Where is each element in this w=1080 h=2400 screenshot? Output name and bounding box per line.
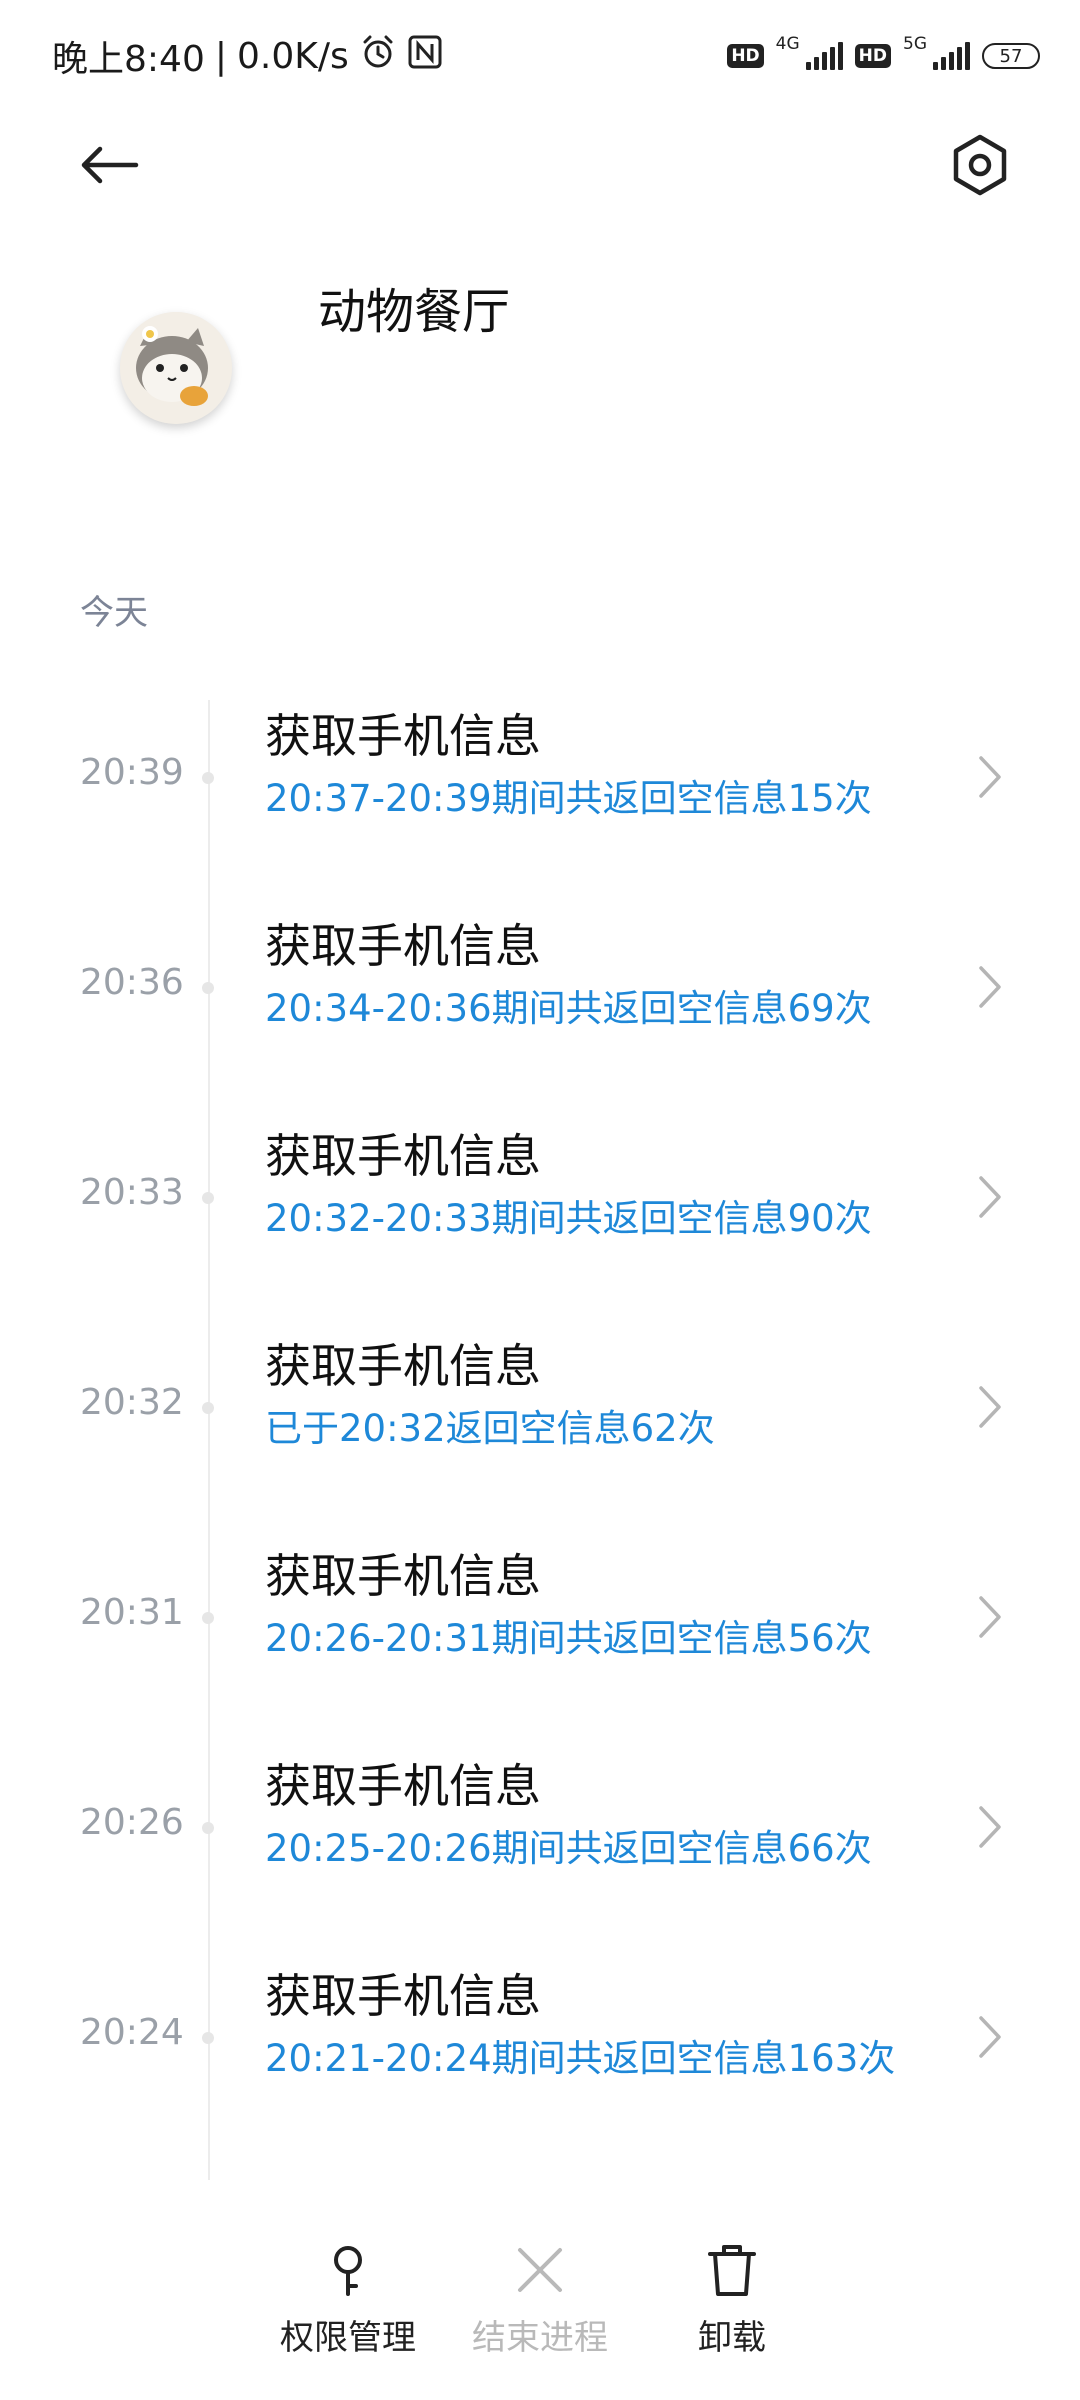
chevron-right-icon <box>979 1386 1001 1428</box>
timeline-dot <box>202 772 214 784</box>
timeline-dot <box>202 1402 214 1414</box>
permissions-button[interactable]: 权限管理 <box>258 2240 438 2380</box>
uninstall-button[interactable]: 卸载 <box>642 2240 822 2380</box>
chevron-right-icon <box>979 1176 1001 1218</box>
hd-badge: HD <box>727 44 764 68</box>
record-row[interactable]: 20:24 获取手机信息 20:21-20:24期间共返回空信息163次 <box>0 1950 1080 2160</box>
record-row[interactable]: 20:32 获取手机信息 已于20:32返回空信息62次 <box>0 1320 1080 1530</box>
record-time: 20:32 <box>80 1382 184 1423</box>
back-button[interactable] <box>70 130 150 210</box>
status-bar-right: HD 4G HD 5G 57 <box>727 30 1040 82</box>
record-title: 获取手机信息 <box>265 1969 541 2023</box>
app-icon <box>120 312 232 424</box>
permissions-label: 权限管理 <box>280 2318 416 2358</box>
settings-icon <box>953 134 1007 196</box>
record-title: 获取手机信息 <box>265 1339 541 1393</box>
end-process-label: 结束进程 <box>472 2318 608 2358</box>
record-row[interactable]: 20:39 获取手机信息 20:37-20:39期间共返回空信息15次 <box>0 690 1080 900</box>
section-date-label: 今天 <box>80 593 148 633</box>
chevron-right-icon <box>979 966 1001 1008</box>
record-time: 20:39 <box>80 752 184 793</box>
record-time: 20:31 <box>80 1592 184 1633</box>
record-detail: 20:32-20:33期间共返回空信息90次 <box>265 1197 872 1240</box>
trash-icon <box>708 2245 756 2296</box>
record-detail: 20:26-20:31期间共返回空信息56次 <box>265 1617 872 1660</box>
record-row[interactable]: 20:33 获取手机信息 20:32-20:33期间共返回空信息90次 <box>0 1110 1080 1320</box>
record-title: 获取手机信息 <box>265 1129 541 1183</box>
record-detail: 20:34-20:36期间共返回空信息69次 <box>265 987 872 1030</box>
close-icon <box>518 2248 562 2292</box>
settings-button[interactable] <box>940 125 1020 205</box>
record-detail: 20:21-20:24期间共返回空信息163次 <box>265 2037 896 2080</box>
uninstall-label: 卸载 <box>698 2318 766 2358</box>
app-behavior-record-screen: 晚上8:40 | 0.0K/s HD 4G HD 5G 57 动物餐厅 今天 2… <box>0 0 1080 2400</box>
alarm-icon <box>359 33 397 80</box>
network-type-label: 5G <box>903 34 927 54</box>
network-speed: 0.0K/s <box>236 35 349 77</box>
record-title: 获取手机信息 <box>265 1549 541 1603</box>
record-detail: 已于20:32返回空信息62次 <box>265 1407 715 1450</box>
record-time: 20:33 <box>80 1172 184 1213</box>
arrow-left-icon <box>81 146 139 184</box>
record-time: 20:26 <box>80 1802 184 1843</box>
app-name: 动物餐厅 <box>318 284 511 340</box>
signal-icon <box>805 42 843 70</box>
battery-indicator: 57 <box>982 43 1040 69</box>
clock: 晚上8:40 <box>52 39 205 80</box>
chevron-right-icon <box>979 2016 1001 2058</box>
timeline-dot <box>202 1612 214 1624</box>
record-title: 获取手机信息 <box>265 919 541 973</box>
status-bar: 晚上8:40 | 0.0K/s HD 4G HD 5G 57 <box>0 0 1080 110</box>
record-title: 获取手机信息 <box>265 1759 541 1813</box>
record-time: 20:24 <box>80 2012 184 2053</box>
timeline-dot <box>202 982 214 994</box>
signal-icon <box>933 42 970 70</box>
network-type-label: 4G <box>775 34 800 54</box>
hd-badge: HD <box>854 44 891 68</box>
status-bar-left: 晚上8:40 | 0.0K/s <box>52 30 443 82</box>
record-time: 20:36 <box>80 962 184 1003</box>
end-process-button[interactable]: 结束进程 <box>450 2240 630 2380</box>
chevron-right-icon <box>979 1596 1001 1638</box>
timeline-dot <box>202 1822 214 1834</box>
record-detail: 20:25-20:26期间共返回空信息66次 <box>265 1827 872 1870</box>
nfc-icon <box>407 34 443 79</box>
timeline-dot <box>202 1192 214 1204</box>
record-detail: 20:37-20:39期间共返回空信息15次 <box>265 777 872 820</box>
record-row[interactable]: 20:36 获取手机信息 20:34-20:36期间共返回空信息69次 <box>0 900 1080 1110</box>
status-separator: | <box>214 35 227 77</box>
record-title: 获取手机信息 <box>265 709 541 763</box>
timeline-dot <box>202 2032 214 2044</box>
key-icon <box>334 2246 362 2296</box>
bottom-action-bar: 权限管理 结束进程 卸载 <box>0 2220 1080 2400</box>
record-row[interactable]: 20:31 获取手机信息 20:26-20:31期间共返回空信息56次 <box>0 1530 1080 1740</box>
chevron-right-icon <box>979 1806 1001 1848</box>
chevron-right-icon <box>979 756 1001 798</box>
record-row[interactable]: 20:26 获取手机信息 20:25-20:26期间共返回空信息66次 <box>0 1740 1080 1950</box>
